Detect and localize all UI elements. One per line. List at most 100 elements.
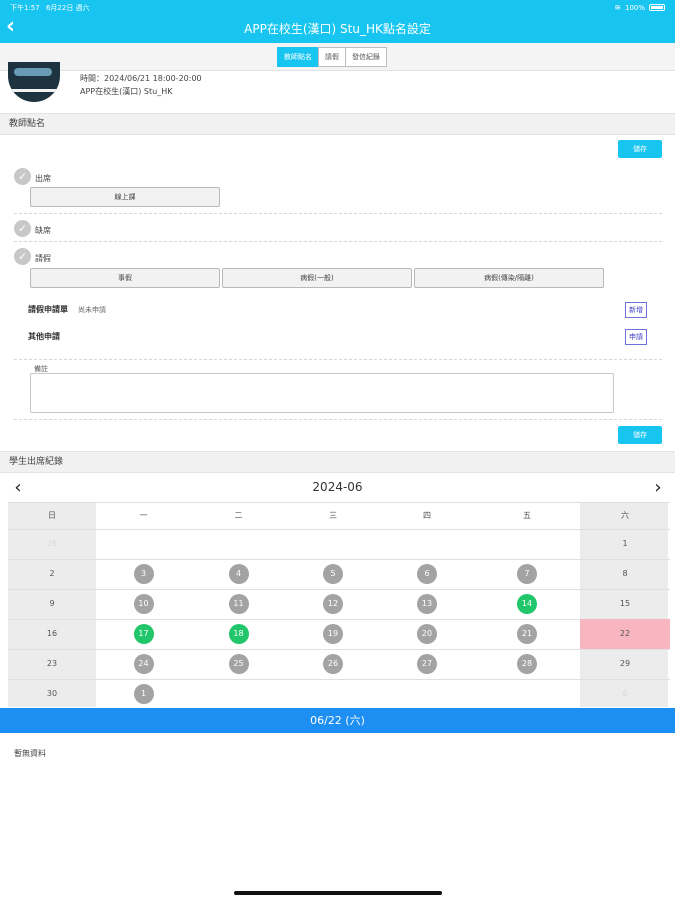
calendar-day[interactable]: 12	[286, 589, 380, 619]
calendar-empty-cell	[380, 529, 474, 559]
check-absent-icon[interactable]: ✓	[14, 220, 31, 237]
calendar-empty-cell	[96, 529, 191, 559]
calendar-day[interactable]: 21	[474, 619, 580, 649]
calendar-day[interactable]: 19	[286, 619, 380, 649]
battery-percent: 100%	[624, 3, 645, 12]
section-attendance: 學生出席紀錄	[0, 451, 675, 473]
save-button-bottom[interactable]: 儲存	[618, 426, 662, 444]
calendar-day-label: 29	[619, 659, 631, 668]
calendar-day[interactable]: 20	[380, 619, 474, 649]
leave-label: 請假	[35, 254, 51, 263]
check-leave-icon[interactable]: ✓	[14, 248, 31, 265]
weekday-header: 一	[139, 511, 148, 520]
status-date: 6月22日 週六	[45, 4, 90, 12]
calendar-day-label: 19	[323, 624, 343, 644]
calendar-day[interactable]: 28	[474, 649, 580, 679]
calendar-day[interactable]: 29	[580, 649, 670, 679]
calendar-day[interactable]: 17	[96, 619, 191, 649]
calendar-day[interactable]: 1	[96, 679, 191, 709]
notes-field[interactable]	[30, 373, 614, 413]
calendar-day[interactable]: 6	[580, 679, 670, 709]
calendar-day[interactable]: 24	[96, 649, 191, 679]
attend-label: 出席	[35, 174, 51, 183]
tab-teacher-rollcall[interactable]: 教師點名	[277, 47, 319, 67]
tab-message-log[interactable]: 發信紀錄	[345, 47, 387, 67]
calendar-day[interactable]: 30	[8, 679, 96, 709]
calendar-day[interactable]: 4	[191, 559, 286, 589]
calendar-day[interactable]: 26	[8, 529, 96, 559]
calendar-empty-cell	[380, 679, 474, 709]
calendar-day-label: 4	[228, 564, 249, 584]
calendar-day[interactable]: 3	[96, 559, 191, 589]
other-apply-button[interactable]: 申請	[625, 329, 647, 345]
calendar-day[interactable]: 22	[580, 619, 670, 649]
calendar-day-label: 15	[619, 599, 631, 608]
calendar-day-label: 17	[133, 624, 154, 644]
save-button[interactable]: 儲存	[618, 140, 662, 158]
session-time: 時間：2024/06/21 18:00-20:00	[80, 74, 202, 83]
calendar-day[interactable]: 7	[474, 559, 580, 589]
calendar-day-label: 26	[46, 539, 58, 548]
page-title: APP在校生(漢口) Stu_HK點名設定	[244, 22, 431, 36]
calendar-day-label: 21	[517, 624, 537, 644]
tab-leave[interactable]: 請假	[318, 47, 346, 67]
calendar-day[interactable]: 10	[96, 589, 191, 619]
calendar-day-label: 5	[323, 564, 343, 584]
weekday-header: 四	[423, 511, 431, 520]
calendar-day[interactable]: 11	[191, 589, 286, 619]
calendar-day[interactable]: 8	[580, 559, 670, 589]
calendar-empty-cell	[191, 679, 286, 709]
calendar-day-label	[517, 534, 537, 554]
calendar-day-label	[134, 534, 154, 554]
calendar-day[interactable]: 2	[8, 559, 96, 589]
calendar-day-label: 16	[46, 629, 58, 638]
avatar	[8, 62, 60, 102]
calendar-day[interactable]: 13	[380, 589, 474, 619]
calendar-day-label: 1	[622, 539, 628, 548]
calendar-day[interactable]: 16	[8, 619, 96, 649]
calendar-day-label: 25	[228, 654, 249, 674]
status-indicators: ≋ 100%	[614, 3, 665, 12]
calendar-day[interactable]: 1	[580, 529, 670, 559]
calendar-day-label	[323, 534, 343, 554]
option-online-class[interactable]: 線上課	[30, 187, 220, 207]
calendar-empty-cell	[191, 529, 286, 559]
calendar-day[interactable]: 15	[580, 589, 670, 619]
calendar-day[interactable]: 9	[8, 589, 96, 619]
calendar-day[interactable]: 27	[380, 649, 474, 679]
calendar-day-label: 2	[49, 569, 55, 578]
calendar-day[interactable]: 14	[474, 589, 580, 619]
calendar-day-label: 6	[417, 564, 437, 584]
add-leave-form-button[interactable]: 新增	[625, 302, 647, 318]
calendar-day-label	[323, 684, 343, 704]
next-month-button[interactable]: ›	[648, 478, 668, 498]
calendar-day-label: 22	[619, 629, 631, 638]
calendar-day[interactable]: 26	[286, 649, 380, 679]
option-sick-leave[interactable]: 病假(一般)	[222, 268, 412, 288]
calendar-day-label: 13	[417, 594, 437, 614]
calendar-day-label: 8	[622, 569, 628, 578]
calendar-day[interactable]: 6	[380, 559, 474, 589]
calendar-day[interactable]: 18	[191, 619, 286, 649]
no-data-text: 暫無資料	[14, 749, 46, 758]
absent-label: 缺席	[35, 226, 51, 235]
battery-icon	[649, 4, 665, 11]
calendar-day[interactable]: 25	[191, 649, 286, 679]
option-sick-leave-quarantine[interactable]: 病假(傳染/隔離)	[414, 268, 604, 288]
calendar-day-label	[229, 684, 249, 704]
calendar-empty-cell	[286, 679, 380, 709]
calendar-day[interactable]: 23	[8, 649, 96, 679]
segmented-control: 教師點名 請假 發信紀錄	[277, 47, 387, 67]
segment-bar: 教師點名 請假 發信紀錄	[0, 43, 675, 71]
calendar-day-label: 23	[46, 659, 58, 668]
weekday-header: 日	[48, 511, 56, 520]
top-bar: 下午1:57 6月22日 週六 ≋ 100% ‹ APP在校生(漢口) Stu_…	[0, 0, 675, 43]
option-personal-leave[interactable]: 事假	[30, 268, 220, 288]
session-class: APP在校生(漢口) Stu_HK	[80, 87, 173, 96]
wifi-icon: ≋	[614, 3, 621, 12]
calendar-day-label: 27	[417, 654, 437, 674]
selected-date-bar: 06/22 (六)	[0, 708, 675, 733]
check-attend-icon[interactable]: ✓	[14, 168, 31, 185]
calendar-day[interactable]: 5	[286, 559, 380, 589]
divider	[14, 241, 662, 242]
